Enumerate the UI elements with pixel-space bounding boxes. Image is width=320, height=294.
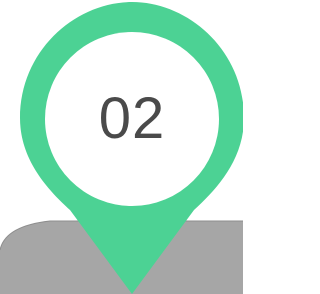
pin-graphic	[0, 2, 243, 294]
pin-inner-circle	[45, 32, 219, 206]
pin-badge-scene: 02	[0, 0, 243, 294]
